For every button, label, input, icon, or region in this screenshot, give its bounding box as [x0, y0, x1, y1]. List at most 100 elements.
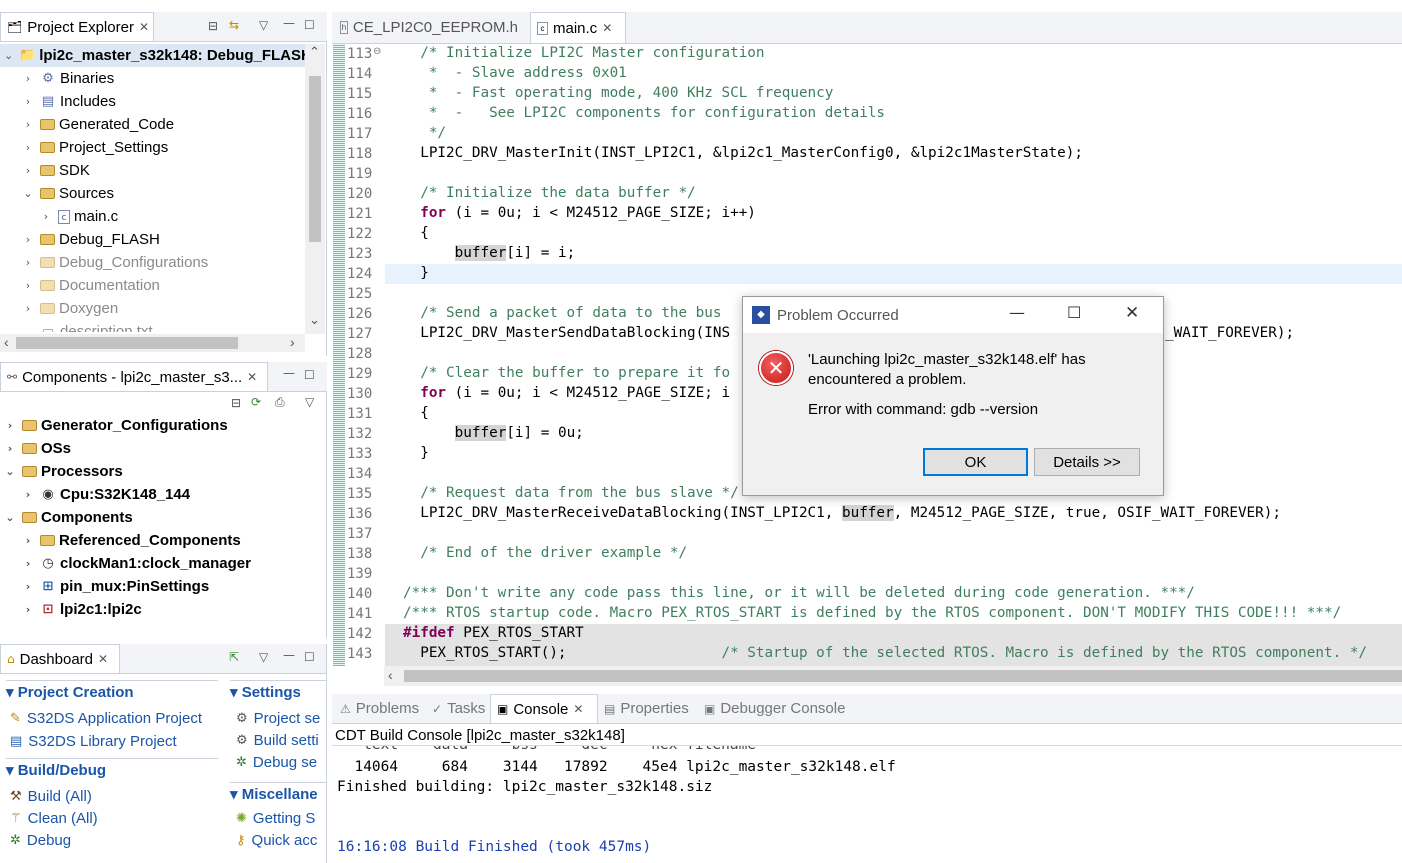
details-button[interactable]: Details >>: [1034, 448, 1140, 476]
tree-item-sdk[interactable]: › SDK: [0, 159, 90, 182]
close-icon[interactable]: ✕: [602, 21, 612, 35]
s32ds-library-project-link[interactable]: ▤ S32DS Library Project: [10, 733, 177, 750]
chevron-right-icon[interactable]: ›: [22, 141, 34, 154]
chevron-down-icon[interactable]: ⌄: [22, 187, 34, 200]
scroll-left-icon[interactable]: ‹: [4, 334, 9, 350]
tab-ce-lpi2c0-eeprom-h[interactable]: h CE_LPI2C0_EEPROM.h: [334, 12, 524, 43]
tree-item-lpi2c1[interactable]: › ⊡ lpi2c1:lpi2c: [0, 598, 142, 621]
tree-item-main-c[interactable]: › c main.c: [0, 205, 118, 228]
chevron-right-icon[interactable]: ›: [22, 256, 34, 269]
debug-settings-link[interactable]: ✲ Debug se: [236, 754, 317, 771]
chevron-right-icon[interactable]: ›: [22, 279, 34, 292]
editor-horizontal-scrollbar[interactable]: ‹: [384, 666, 1402, 686]
tab-main-c[interactable]: c main.c ✕: [530, 12, 626, 43]
tree-item-clockman1[interactable]: › ◷ clockMan1:clock_manager: [0, 552, 251, 575]
chevron-right-icon[interactable]: ›: [22, 534, 34, 547]
maximize-icon[interactable]: ☐: [1067, 303, 1081, 322]
chevron-right-icon[interactable]: ›: [22, 557, 34, 570]
tree-item-generated-code[interactable]: › Generated_Code: [0, 113, 174, 136]
maximize-icon[interactable]: ☐: [304, 650, 315, 664]
s32ds-application-project-link[interactable]: ✎ S32DS Application Project: [10, 710, 202, 727]
collapse-all-icon[interactable]: ⊟: [231, 396, 241, 410]
tab-tasks[interactable]: ✓ Tasks: [426, 694, 491, 723]
horizontal-scrollbar[interactable]: ‹ ›: [0, 334, 305, 352]
tree-item-doxygen[interactable]: › Doxygen: [0, 297, 118, 320]
chevron-right-icon[interactable]: ›: [22, 164, 34, 177]
chevron-right-icon[interactable]: ›: [22, 118, 34, 131]
tab-project-explorer[interactable]: 🗂 Project Explorer ✕: [0, 12, 154, 41]
ok-button[interactable]: OK: [923, 448, 1028, 476]
maximize-icon[interactable]: ☐: [304, 18, 315, 32]
tree-item-referenced-components[interactable]: › Referenced_Components: [0, 529, 241, 552]
chevron-right-icon[interactable]: ›: [22, 72, 34, 85]
view-menu-icon[interactable]: ▽: [259, 18, 268, 32]
scroll-left-icon[interactable]: ‹: [388, 667, 393, 683]
dashboard-section-miscellaneous[interactable]: ▾ Miscellane: [230, 782, 326, 803]
collapse-all-icon[interactable]: ⊟: [208, 19, 218, 33]
tab-console[interactable]: ▣ Console ✕: [490, 694, 598, 723]
tree-item-oss[interactable]: › OSs: [0, 437, 71, 460]
chevron-down-icon[interactable]: ⌄: [4, 465, 16, 478]
tab-properties[interactable]: ▤ Properties: [598, 694, 695, 723]
scrollbar-thumb[interactable]: [309, 76, 321, 242]
tree-item-debug-configurations[interactable]: › Debug_Configurations: [0, 251, 208, 274]
console-output[interactable]: text data bss dec hex filename 14064 684…: [332, 745, 1402, 863]
chevron-down-icon[interactable]: ⌄: [4, 511, 16, 524]
chevron-right-icon[interactable]: ›: [4, 419, 16, 432]
chevron-right-icon[interactable]: ›: [40, 210, 52, 223]
minimize-icon[interactable]: —: [1009, 303, 1025, 322]
view-menu-icon[interactable]: ▽: [305, 395, 314, 409]
tree-item-includes[interactable]: › ▤ Includes: [0, 90, 116, 113]
dashboard-section-settings[interactable]: ▾ Settings: [230, 680, 326, 701]
getting-started-link[interactable]: ✺ Getting S: [236, 810, 315, 827]
build-all-link[interactable]: ⚒ Build (All): [10, 788, 92, 805]
chevron-right-icon[interactable]: ›: [22, 302, 34, 315]
close-icon[interactable]: ✕: [247, 370, 257, 384]
maximize-icon[interactable]: ☐: [304, 368, 315, 382]
chevron-down-icon[interactable]: ⌄: [4, 49, 13, 62]
dialog-titlebar[interactable]: ◆ Problem Occurred — ☐ ✕: [743, 297, 1163, 333]
close-icon[interactable]: ✕: [98, 652, 108, 666]
fold-icon[interactable]: ⊖: [373, 46, 381, 57]
customize-icon[interactable]: ⇱: [229, 650, 239, 664]
quick-access-link[interactable]: ⚷ Quick acc: [236, 832, 317, 849]
tree-item-documentation[interactable]: › Documentation: [0, 274, 160, 297]
debug-link[interactable]: ✲ Debug: [10, 832, 71, 849]
generate-code-icon[interactable]: ⟳: [251, 395, 261, 409]
view-menu-icon[interactable]: ▽: [259, 650, 268, 664]
clean-all-link[interactable]: ⚚ Clean (All): [10, 810, 98, 827]
tree-item-description[interactable]: ▭ description.txt: [0, 320, 153, 332]
scrollbar-thumb[interactable]: [16, 337, 238, 349]
tree-item-debug-flash[interactable]: › Debug_FLASH: [0, 228, 160, 251]
chevron-right-icon[interactable]: ›: [22, 580, 34, 593]
vertical-scrollbar[interactable]: ⌃ ⌄: [305, 44, 325, 334]
minimize-icon[interactable]: —: [283, 648, 295, 662]
tree-item-project-settings[interactable]: › Project_Settings: [0, 136, 168, 159]
build-settings-link[interactable]: ⚙ Build setti: [236, 732, 319, 749]
scroll-right-icon[interactable]: ›: [290, 334, 295, 350]
chevron-right-icon[interactable]: ›: [4, 442, 16, 455]
tree-item-binaries[interactable]: › ⚙ Binaries: [0, 67, 114, 90]
minimize-icon[interactable]: —: [283, 366, 295, 380]
tab-components[interactable]: ⚯ Components - lpi2c_master_s3... ✕: [0, 362, 268, 391]
tree-item-processors[interactable]: ⌄ Processors: [0, 460, 122, 483]
dashboard-section-build-debug[interactable]: ▾ Build/Debug: [6, 758, 218, 779]
tree-item-generator-configurations[interactable]: › Generator_Configurations: [0, 414, 228, 437]
tab-problems[interactable]: ⚠ Problems: [334, 694, 425, 723]
scroll-down-icon[interactable]: ⌄: [309, 312, 320, 328]
tab-dashboard[interactable]: ⌂ Dashboard ✕: [0, 644, 120, 673]
chevron-right-icon[interactable]: ›: [22, 95, 34, 108]
chevron-right-icon[interactable]: ›: [22, 488, 34, 501]
tree-item-cpu[interactable]: › ◉ Cpu:S32K148_144: [0, 483, 190, 506]
scroll-up-icon[interactable]: ⌃: [309, 44, 320, 60]
close-icon[interactable]: ✕: [139, 20, 149, 34]
link-editor-icon[interactable]: ⇆: [229, 18, 239, 32]
dashboard-section-project-creation[interactable]: ▾ Project Creation: [6, 680, 218, 701]
chevron-right-icon[interactable]: ›: [22, 233, 34, 246]
chevron-right-icon[interactable]: ›: [22, 603, 34, 616]
close-icon[interactable]: ✕: [1125, 303, 1139, 323]
tree-item-pin-mux[interactable]: › ⊞ pin_mux:PinSettings: [0, 575, 209, 598]
scrollbar-thumb[interactable]: [404, 670, 1402, 682]
tree-item-components[interactable]: ⌄ Components: [0, 506, 132, 529]
minimize-icon[interactable]: —: [283, 16, 295, 30]
